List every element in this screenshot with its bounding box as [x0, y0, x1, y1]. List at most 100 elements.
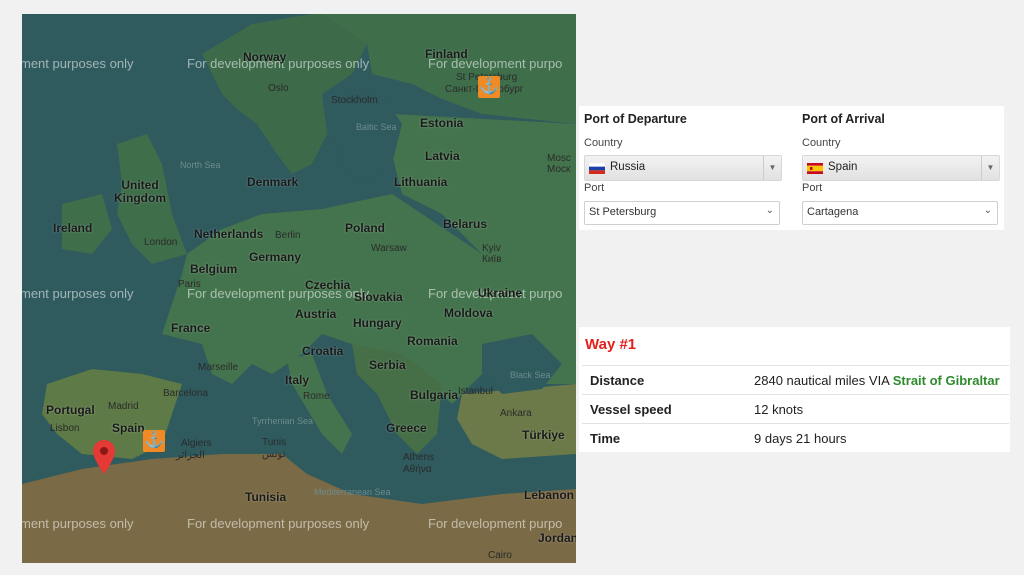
country-label-spain: Spain — [112, 421, 145, 435]
country-label-norway: Norway — [243, 50, 287, 64]
spain-flag-icon — [807, 163, 823, 174]
departure-port-select[interactable]: St Petersburg ⌄ — [584, 201, 780, 225]
city-label-marseille: Marseille — [198, 362, 239, 373]
route-result-panel: Way #1 Distance 2840 nautical miles VIA … — [579, 327, 1010, 452]
country-label-moldova: Moldova — [444, 306, 493, 320]
country-label-tunisia: Tunisia — [245, 490, 287, 504]
city-label-barcelona: Barcelona — [163, 388, 209, 399]
country-label-germany: Germany — [249, 250, 302, 264]
vessel-speed-value: 12 knots — [754, 402, 804, 417]
watermark: For development purposes only — [187, 516, 370, 531]
sea-label-baltic-sea: Baltic Sea — [356, 122, 397, 132]
city-label-athens: Athens — [403, 452, 435, 463]
arrival-country-label: Country — [802, 137, 841, 149]
country-label-greece: Greece — [386, 421, 427, 435]
departure-country-value: Russia — [610, 161, 646, 173]
via-strait-link[interactable]: Strait of Gibraltar — [893, 373, 1000, 388]
watermark: ment purposes only — [22, 56, 134, 71]
chevron-down-icon: ▼ — [763, 156, 781, 180]
watermark: ment purposes only — [22, 286, 134, 301]
city-label-kyiv: Kyiv — [482, 243, 501, 254]
arrival-port-value: Cartagena — [807, 206, 859, 218]
port-selection-panel: Port of Departure Country Russia ▼ Port … — [579, 106, 1004, 230]
country-label-ireland: Ireland — [53, 221, 93, 235]
city-label-tunis: Tunis — [262, 437, 287, 448]
city-label-berlin: Berlin — [275, 230, 301, 241]
country-label-belarus: Belarus — [443, 217, 488, 231]
country-label-latvia: Latvia — [425, 149, 460, 163]
country-label-finland: Finland — [425, 47, 468, 61]
country-label-poland: Poland — [345, 221, 386, 235]
country-label-hungary: Hungary — [353, 316, 402, 330]
departure-heading: Port of Departure — [584, 112, 687, 126]
country-label-netherlands: Netherlands — [194, 227, 264, 241]
country-label-serbia: Serbia — [369, 358, 406, 372]
distance-label: Distance — [590, 373, 645, 388]
country-label-jordan: Jordan — [538, 531, 576, 545]
country-label-austria: Austria — [295, 307, 337, 321]
city-label-oslo: Oslo — [268, 83, 289, 94]
distance-value: 2840 nautical miles VIA Strait of Gibral… — [754, 373, 1000, 388]
city-label-cairo: Cairo — [488, 550, 512, 561]
departure-country-select[interactable]: Russia ▼ — [584, 155, 782, 181]
country-label-portugal: Portugal — [46, 403, 95, 417]
country-label-belgium: Belgium — [190, 262, 238, 276]
country-label-italy: Italy — [285, 373, 310, 387]
sea-label-black-sea: Black Sea — [510, 370, 551, 380]
route-map[interactable]: ment purposes only For development purpo… — [22, 14, 576, 563]
country-label-romania: Romania — [407, 334, 458, 348]
city-label-ankara: Ankara — [500, 408, 532, 419]
country-label-lebanon: Lebanon — [524, 488, 574, 502]
city-label-lisbon: Lisbon — [50, 423, 80, 434]
city-label-kyiv-ua: Київ — [482, 254, 502, 265]
city-label-rome: Rome — [303, 391, 330, 402]
arrival-port-marker-anchor-icon[interactable]: ⚓ — [143, 430, 165, 452]
arrival-country-select[interactable]: Spain ▼ — [802, 155, 1000, 181]
arrival-port-select[interactable]: Cartagena ⌄ — [802, 201, 998, 225]
city-label-warsaw: Warsaw — [371, 243, 407, 254]
arrival-port-label: Port — [802, 182, 823, 194]
way-title: Way #1 — [585, 336, 637, 353]
distance-row: Distance 2840 nautical miles VIA Strait … — [582, 365, 1009, 395]
time-label: Time — [590, 431, 621, 446]
city-label-istanbul: Istanbul — [458, 386, 494, 397]
arrival-heading: Port of Arrival — [802, 112, 885, 126]
chevron-down-icon: ▼ — [981, 156, 999, 180]
country-label-bulgaria: Bulgaria — [410, 388, 459, 402]
sea-label-tyrrhenian-sea: Tyrrhenian Sea — [252, 416, 314, 426]
vessel-speed-row: Vessel speed 12 knots — [582, 394, 1009, 424]
country-label-croatia: Croatia — [302, 344, 344, 358]
country-label-france: France — [171, 321, 211, 335]
time-row: Time 9 days 21 hours — [582, 423, 1009, 453]
departure-country-label: Country — [584, 137, 623, 149]
country-label-uk: United Kingdom — [114, 178, 166, 205]
city-label-madrid: Madrid — [108, 401, 139, 412]
country-label-turkiye: Türkiye — [522, 428, 565, 442]
city-label-paris: Paris — [178, 279, 201, 290]
russia-flag-icon — [589, 163, 605, 174]
location-pin-icon[interactable] — [93, 440, 115, 474]
departure-port-label: Port — [584, 182, 605, 194]
chevron-down-icon: ⌄ — [765, 205, 774, 216]
city-label-moscow-ru: Моск — [547, 164, 571, 175]
city-label-algiers: Algiers — [181, 438, 212, 449]
arrival-country-value: Spain — [828, 161, 858, 173]
country-label-estonia: Estonia — [420, 116, 464, 130]
sea-label-north-sea: North Sea — [180, 160, 221, 170]
country-label-slovakia: Slovakia — [354, 290, 403, 304]
vessel-speed-label: Vessel speed — [590, 402, 672, 417]
watermark: For development purpo — [428, 516, 563, 531]
city-label-algiers-ar: الجزائر — [176, 450, 205, 461]
city-label-athens-gr: Αθήνα — [403, 464, 432, 475]
city-label-moscow: Mosc — [547, 153, 571, 164]
country-label-czechia: Czechia — [305, 278, 351, 292]
watermark: ment purposes only — [22, 516, 134, 531]
distance-text: 2840 nautical miles VIA — [754, 373, 890, 388]
departure-port-marker-anchor-icon[interactable]: ⚓ — [478, 76, 500, 98]
city-label-london: London — [144, 237, 178, 248]
country-label-denmark: Denmark — [247, 175, 299, 189]
country-label-ukraine: Ukraine — [478, 286, 523, 300]
city-label-stockholm: Stockholm — [331, 95, 378, 106]
chevron-down-icon: ⌄ — [983, 205, 992, 216]
country-label-lithuania: Lithuania — [394, 175, 448, 189]
